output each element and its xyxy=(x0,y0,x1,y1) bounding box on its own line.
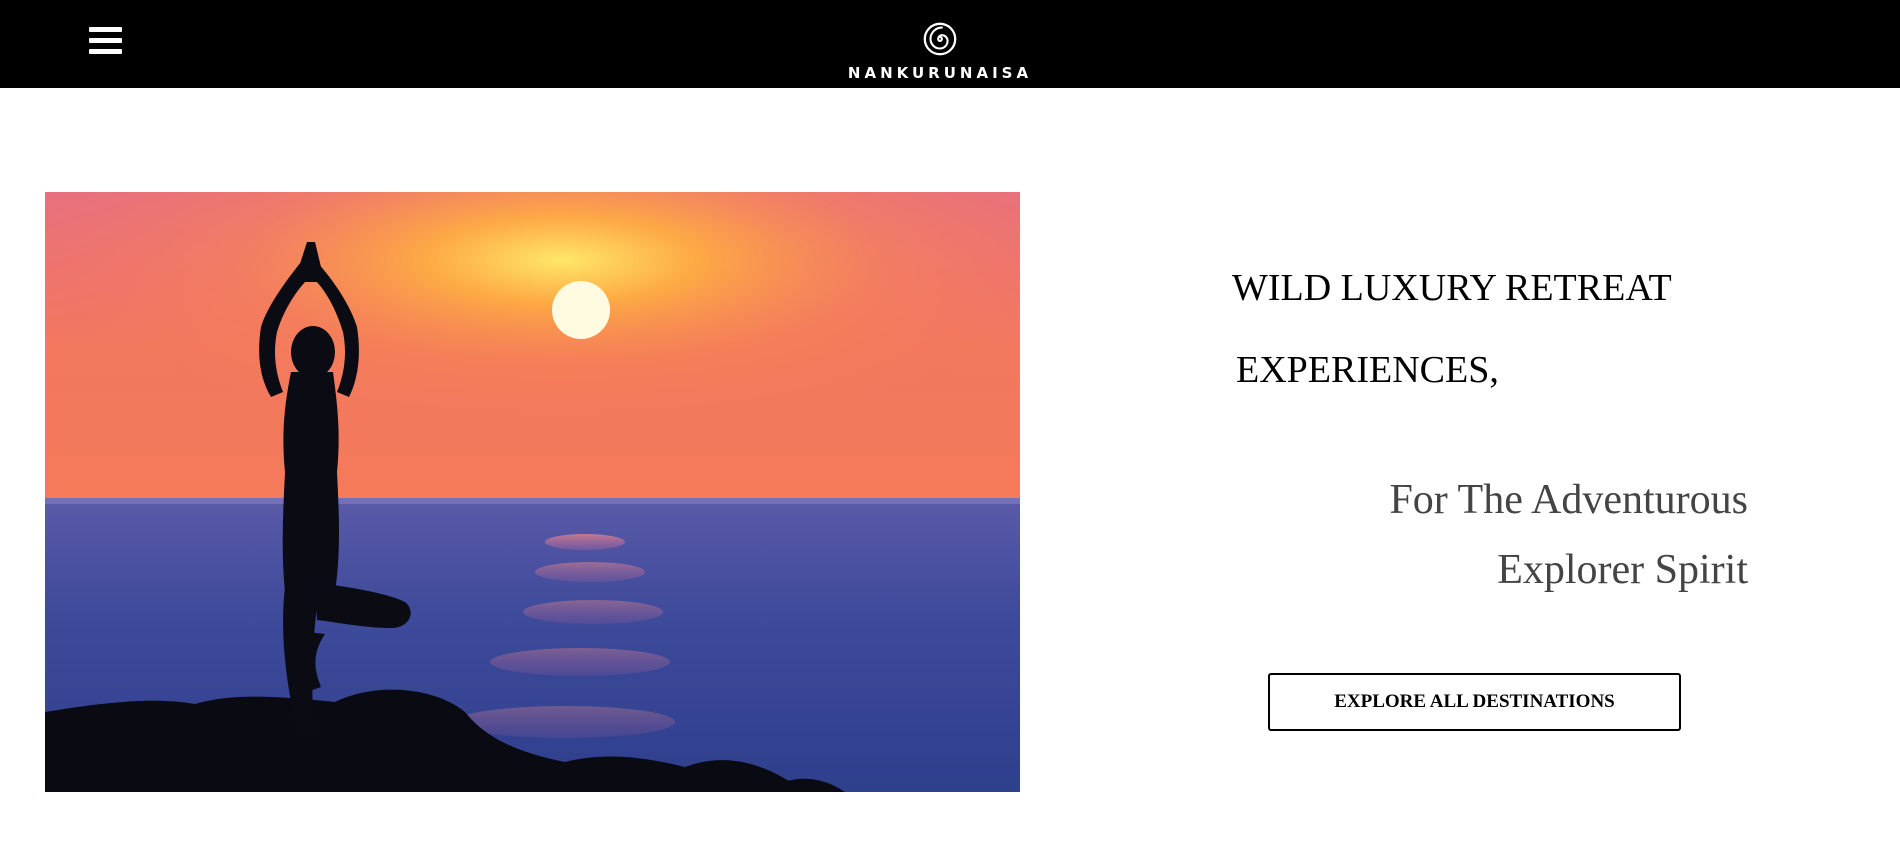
menu-bar-top xyxy=(89,27,122,32)
hero-headline-line-2: EXPERIENCES, xyxy=(1236,349,1499,391)
menu-bar-middle xyxy=(89,38,122,43)
hero-subheadline-line-1: For The Adventurous xyxy=(1389,477,1748,523)
hero-illustration xyxy=(45,192,1020,792)
explore-destinations-button[interactable]: EXPLORE ALL DESTINATIONS xyxy=(1268,673,1681,731)
hero-headline-line-1: WILD LUXURY RETREAT xyxy=(1232,267,1672,309)
hamburger-menu-icon[interactable] xyxy=(86,22,126,62)
spiral-logo-icon xyxy=(923,22,957,56)
top-navigation-bar: NANKURUNAISA xyxy=(0,0,1900,88)
hero-subheadline-line-2: Explorer Spirit xyxy=(1497,547,1748,593)
brand-logo-link[interactable]: NANKURUNAISA xyxy=(840,20,1040,88)
hero-image-yoga-sunset xyxy=(45,192,1020,792)
brand-name: NANKURUNAISA xyxy=(847,64,1033,82)
menu-bar-bottom xyxy=(89,49,122,54)
